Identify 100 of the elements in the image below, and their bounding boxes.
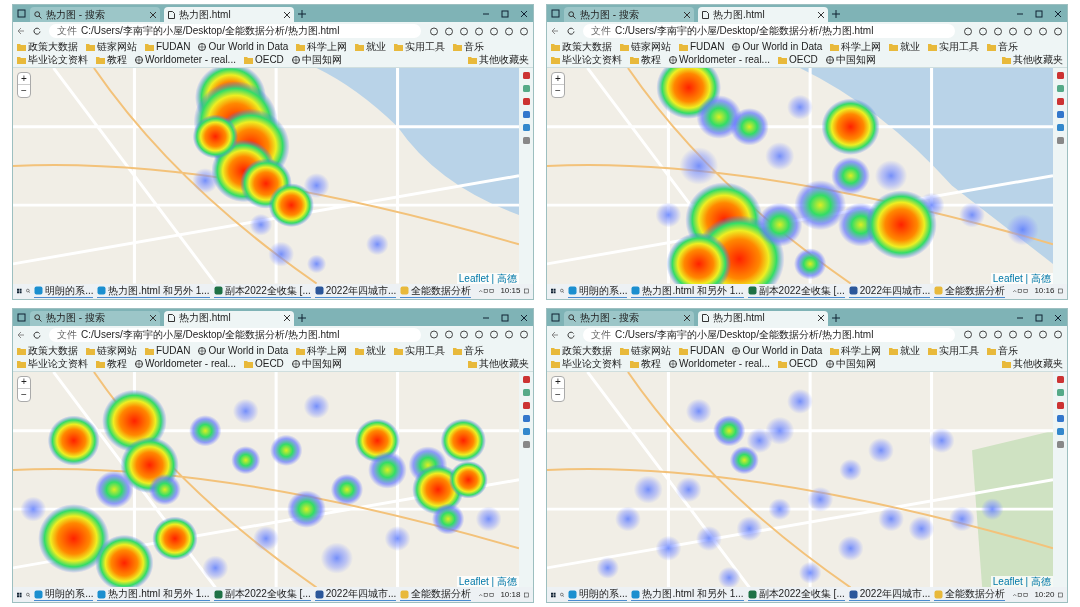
map[interactable]: + − Leaflet | 高德 (547, 371, 1053, 587)
bookmark-link[interactable]: 链家网站 (86, 344, 137, 357)
zoom-in-button[interactable]: + (552, 73, 564, 85)
taskbar-app[interactable]: 全能数据分析 (934, 284, 1006, 298)
bookmark-link[interactable]: Our World in Data (198, 344, 289, 357)
taskbar-app[interactable]: 明朗的系... (568, 284, 628, 298)
map[interactable]: + − Leaflet | 高德 (13, 68, 519, 284)
bookmark-link[interactable]: 链家网站 (620, 41, 671, 53)
back-icon[interactable] (17, 330, 25, 339)
windows-start-icon[interactable] (551, 590, 556, 599)
taskbar-app[interactable]: 明朗的系... (34, 284, 94, 298)
bookmark-link[interactable]: 毕业论文资料 (17, 357, 88, 370)
windows-start-icon[interactable] (17, 590, 22, 599)
bookmark-link[interactable]: 音乐 (453, 41, 485, 53)
notification-icon[interactable] (524, 590, 529, 599)
other-bookmarks-link[interactable]: 其他收藏夹 (1002, 54, 1063, 66)
tab-actions-icon[interactable] (17, 9, 26, 18)
bookmark-link[interactable]: 毕业论文资料 (17, 54, 88, 66)
browser-tab[interactable]: 热力图 - 搜索 (30, 7, 160, 22)
new-tab-icon[interactable] (832, 10, 840, 18)
bookmark-link[interactable]: Our World in Data (732, 344, 823, 357)
windows-start-icon[interactable] (551, 287, 556, 295)
bookmark-link[interactable]: 毕业论文资料 (551, 357, 622, 370)
close-icon[interactable] (684, 315, 690, 321)
close-icon[interactable] (684, 11, 690, 18)
browser-tab[interactable]: 热力图.html (164, 7, 294, 22)
system-tray-icons[interactable] (1013, 590, 1031, 599)
toolbar-icons[interactable] (963, 26, 1063, 36)
bookmark-link[interactable]: Our World in Data (732, 41, 823, 53)
back-icon[interactable] (551, 330, 559, 339)
bookmark-link[interactable]: Our World in Data (198, 41, 289, 53)
bookmark-link[interactable]: 音乐 (987, 41, 1019, 53)
taskbar-app[interactable]: 全能数据分析 (934, 588, 1006, 601)
bookmark-link[interactable]: FUDAN (145, 41, 191, 53)
taskbar-app[interactable]: 副本2022全收集 [... (213, 588, 311, 601)
browser-tab[interactable]: 热力图 - 搜索 (564, 7, 694, 22)
bookmark-link[interactable]: 实用工具 (928, 41, 980, 53)
bookmark-link[interactable]: 科学上网 (296, 41, 348, 53)
refresh-icon[interactable] (567, 330, 575, 339)
tab-actions-icon[interactable] (551, 312, 560, 322)
taskbar-app[interactable]: 2022年四城市... (848, 588, 931, 601)
browser-tab[interactable]: 热力图 - 搜索 (564, 310, 694, 326)
window-controls-icon[interactable] (1017, 10, 1063, 18)
taskbar-app[interactable]: 热力图.html 和另外 1... (631, 284, 744, 298)
bookmark-link[interactable]: 实用工具 (394, 344, 446, 357)
bookmark-link[interactable]: 就业 (889, 344, 921, 357)
bookmark-link[interactable]: 政策大数据 (17, 41, 78, 53)
toolbar-icons[interactable] (429, 330, 529, 339)
back-icon[interactable] (551, 27, 559, 35)
close-icon[interactable] (818, 315, 824, 321)
map[interactable]: + − Leaflet | 高德 (13, 371, 519, 587)
notification-icon[interactable] (1058, 287, 1063, 295)
system-tray-icons[interactable] (479, 590, 497, 599)
new-tab-icon[interactable] (298, 10, 306, 18)
taskbar-app[interactable]: 2022年四城市... (848, 284, 931, 298)
taskbar-app[interactable]: 热力图.html 和另外 1... (631, 588, 744, 601)
windows-start-icon[interactable] (17, 287, 22, 295)
other-bookmarks-link[interactable]: 其他收藏夹 (468, 357, 529, 370)
bookmark-link[interactable]: Worldometer - real... (135, 54, 236, 66)
address-bar[interactable]: 文件 C:/Users/李南宇的小屋/Desktop/全能数据分析/热力图.html (49, 327, 421, 342)
address-bar[interactable]: 文件 C:/Users/李南宇的小屋/Desktop/全能数据分析/热力图.html (583, 327, 955, 342)
bookmark-link[interactable]: 政策大数据 (551, 41, 612, 53)
bookmark-link[interactable]: 科学上网 (830, 344, 882, 357)
taskbar-app[interactable]: 副本2022全收集 [... (213, 284, 311, 298)
bookmark-link[interactable]: 音乐 (453, 344, 485, 357)
taskbar-app[interactable]: 明朗的系... (34, 588, 94, 601)
taskbar-app[interactable]: 热力图.html 和另外 1... (97, 284, 210, 298)
back-icon[interactable] (17, 27, 25, 35)
bookmark-link[interactable]: 科学上网 (830, 41, 882, 53)
system-tray-icons[interactable] (1013, 287, 1031, 295)
new-tab-icon[interactable] (298, 313, 306, 322)
taskbar-app[interactable]: 全能数据分析 (400, 588, 472, 601)
zoom-out-button[interactable]: − (18, 388, 30, 401)
map[interactable]: + − Leaflet | 高德 (547, 68, 1053, 284)
bookmark-link[interactable]: 就业 (889, 41, 921, 53)
other-bookmarks-link[interactable]: 其他收藏夹 (468, 54, 529, 66)
zoom-in-button[interactable]: + (18, 73, 30, 85)
bookmark-link[interactable]: 音乐 (987, 344, 1019, 357)
zoom-out-button[interactable]: − (18, 85, 30, 97)
close-icon[interactable] (818, 11, 824, 18)
toolbar-icons[interactable] (429, 26, 529, 36)
refresh-icon[interactable] (33, 330, 41, 339)
bookmark-link[interactable]: 就业 (355, 41, 387, 53)
zoom-out-button[interactable]: − (552, 388, 564, 401)
bookmark-link[interactable]: 链家网站 (86, 41, 137, 53)
bookmark-link[interactable]: 中国知网 (291, 54, 342, 66)
bookmark-link[interactable]: 链家网站 (620, 344, 671, 357)
bookmark-link[interactable]: 中国知网 (825, 54, 876, 66)
browser-tab[interactable]: 热力图.html (698, 310, 828, 326)
bookmark-link[interactable]: OECD (243, 357, 284, 370)
bookmark-link[interactable]: 教程 (96, 357, 127, 370)
bookmark-link[interactable]: Worldometer - real... (135, 357, 236, 370)
bookmark-link[interactable]: 毕业论文资料 (551, 54, 622, 66)
notification-icon[interactable] (524, 287, 529, 295)
bookmark-link[interactable]: OECD (777, 357, 818, 370)
taskbar-app[interactable]: 2022年四城市... (314, 588, 397, 601)
taskbar-app[interactable]: 副本2022全收集 [... (747, 284, 845, 298)
taskbar-app[interactable]: 热力图.html 和另外 1... (97, 588, 210, 601)
bookmark-link[interactable]: Worldometer - real... (669, 357, 770, 370)
other-bookmarks-link[interactable]: 其他收藏夹 (1002, 357, 1063, 370)
